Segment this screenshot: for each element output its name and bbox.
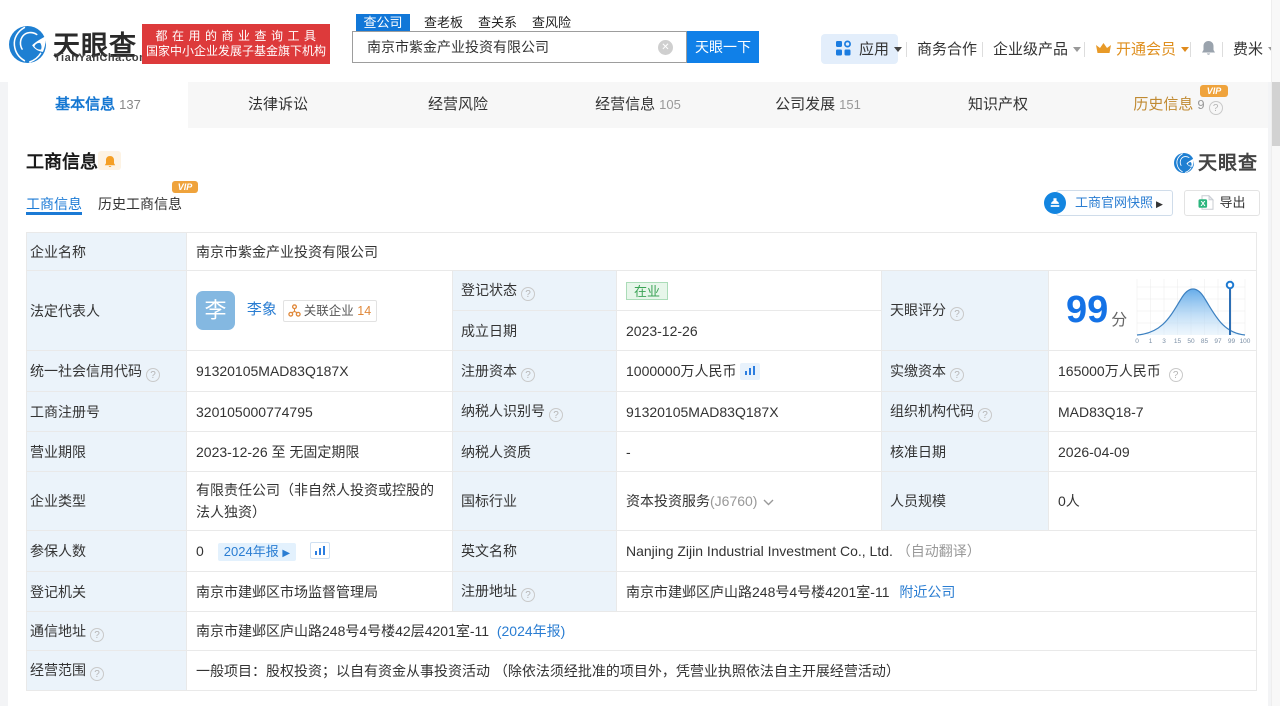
svg-text:97: 97 [1215, 338, 1223, 345]
svg-text:99: 99 [1228, 338, 1236, 345]
svg-text:3: 3 [1162, 338, 1166, 345]
svg-text:15: 15 [1174, 338, 1182, 345]
svg-text:0: 0 [1135, 338, 1139, 345]
svg-text:X: X [1201, 199, 1206, 208]
svg-text:85: 85 [1201, 338, 1209, 345]
svg-text:1: 1 [1149, 338, 1153, 345]
svg-text:50: 50 [1188, 338, 1196, 345]
svg-text:100: 100 [1240, 338, 1251, 345]
